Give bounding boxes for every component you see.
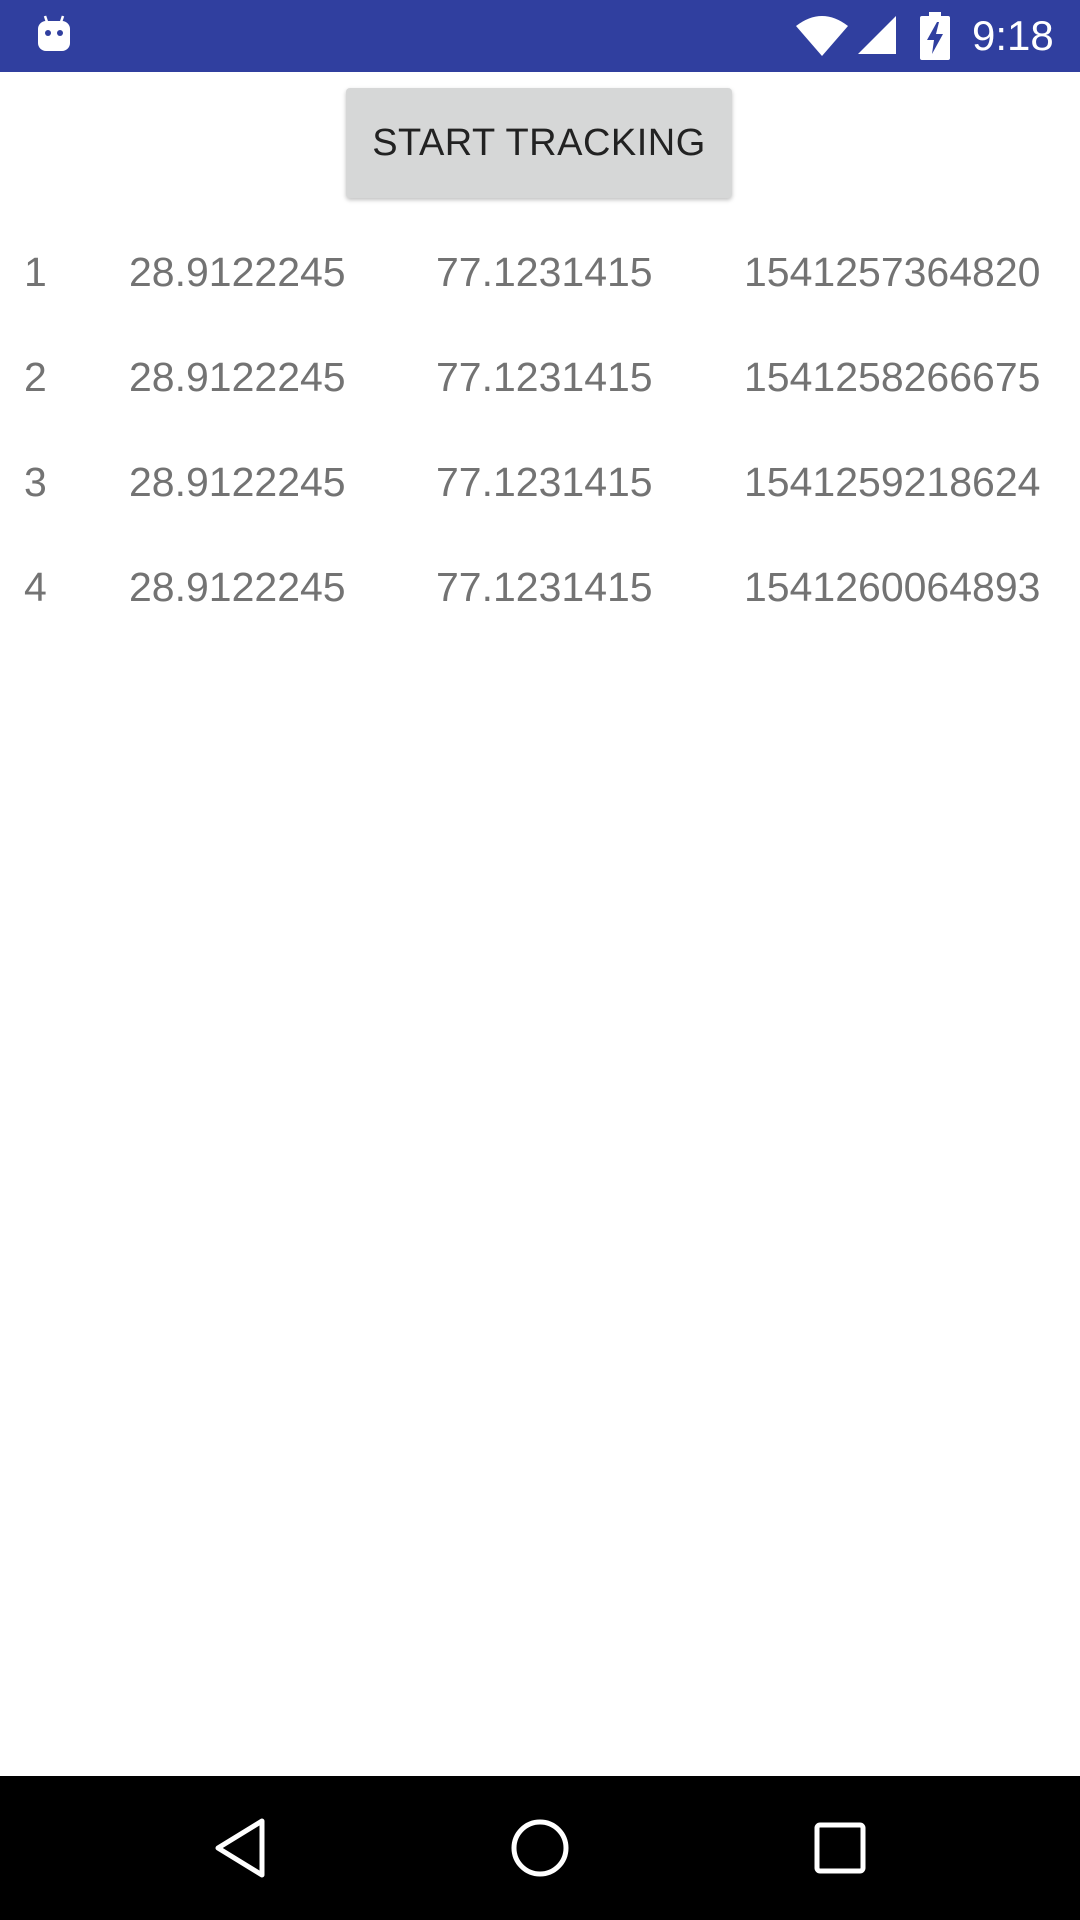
android-debug-icon bbox=[38, 15, 70, 51]
wifi-icon bbox=[796, 16, 848, 56]
row-latitude: 28.9122245 bbox=[129, 249, 346, 295]
location-list: 1 28.9122245 77.1231415 1541257364820 2 … bbox=[0, 242, 1080, 662]
list-item: 1 28.9122245 77.1231415 1541257364820 bbox=[0, 242, 1080, 347]
row-timestamp: 1541260064893 bbox=[744, 564, 1041, 610]
row-index: 2 bbox=[24, 354, 47, 400]
status-bar: 9:18 bbox=[0, 0, 1080, 72]
back-button[interactable] bbox=[204, 1812, 276, 1884]
back-triangle-icon bbox=[215, 1818, 265, 1878]
row-index: 3 bbox=[24, 459, 47, 505]
list-item: 3 28.9122245 77.1231415 1541259218624 bbox=[0, 452, 1080, 557]
row-latitude: 28.9122245 bbox=[129, 459, 346, 505]
main-content: START TRACKING 1 28.9122245 77.1231415 1… bbox=[0, 72, 1080, 1776]
home-circle-icon bbox=[511, 1819, 569, 1877]
row-longitude: 77.1231415 bbox=[436, 564, 653, 610]
list-item: 2 28.9122245 77.1231415 1541258266675 bbox=[0, 347, 1080, 452]
battery-charging-icon bbox=[920, 12, 950, 60]
row-longitude: 77.1231415 bbox=[436, 249, 653, 295]
app-screen: 9:18 START TRACKING 1 28.9122245 77.1231… bbox=[0, 0, 1080, 1920]
row-longitude: 77.1231415 bbox=[436, 354, 653, 400]
row-latitude: 28.9122245 bbox=[129, 564, 346, 610]
row-latitude: 28.9122245 bbox=[129, 354, 346, 400]
cell-signal-icon bbox=[858, 16, 896, 54]
row-index: 4 bbox=[24, 564, 47, 610]
recents-square-icon bbox=[814, 1822, 866, 1874]
navigation-bar bbox=[0, 1776, 1080, 1920]
list-item: 4 28.9122245 77.1231415 1541260064893 bbox=[0, 557, 1080, 662]
recents-button[interactable] bbox=[804, 1812, 876, 1884]
home-button[interactable] bbox=[504, 1812, 576, 1884]
row-timestamp: 1541257364820 bbox=[744, 249, 1041, 295]
row-longitude: 77.1231415 bbox=[436, 459, 653, 505]
row-timestamp: 1541258266675 bbox=[744, 354, 1041, 400]
row-timestamp: 1541259218624 bbox=[744, 459, 1041, 505]
row-index: 1 bbox=[24, 249, 47, 295]
start-tracking-button[interactable]: START TRACKING bbox=[346, 88, 732, 198]
status-clock: 9:18 bbox=[972, 12, 1054, 59]
